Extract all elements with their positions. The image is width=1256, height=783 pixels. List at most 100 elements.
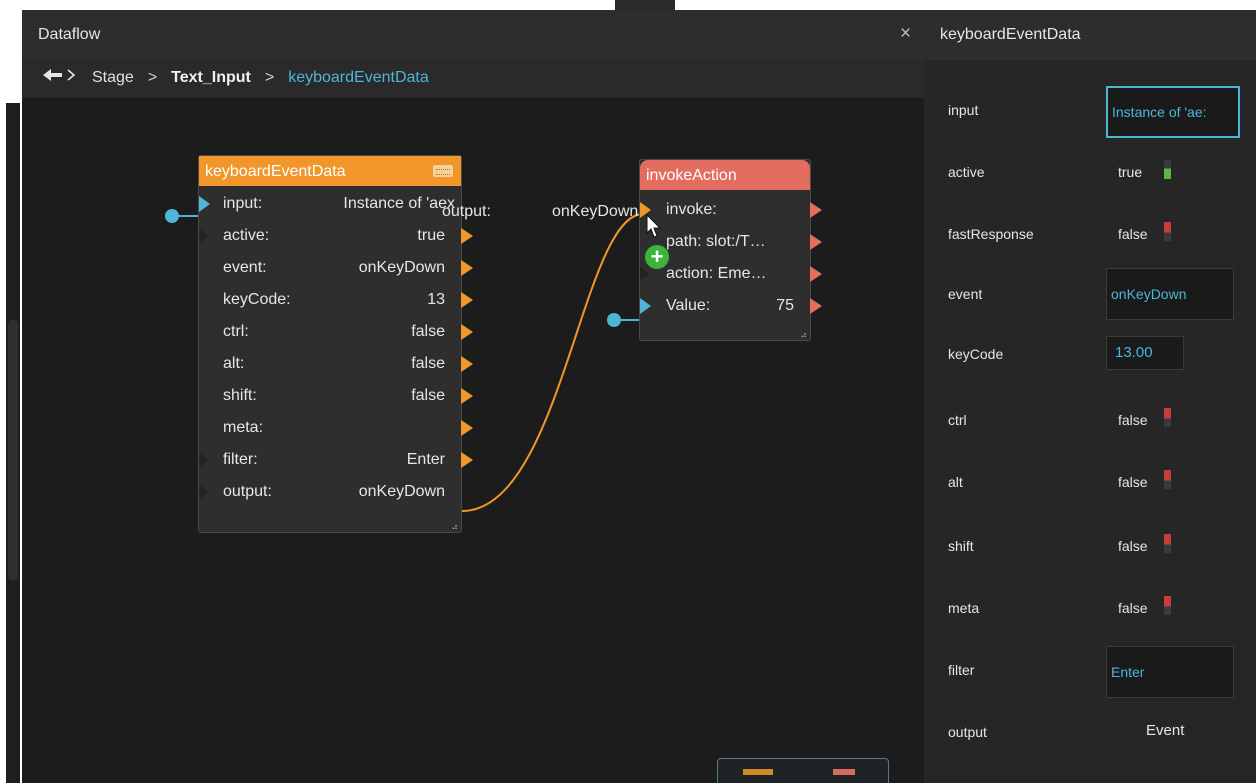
prop-label: event (948, 286, 983, 302)
prop-keycode: keyCode 13.00 (924, 336, 1256, 392)
ctrl-toggle[interactable] (1164, 408, 1171, 427)
prop-input: input Instance of 'ae: (924, 80, 1256, 138)
output-port[interactable] (461, 260, 473, 276)
output-port[interactable] (810, 202, 822, 218)
breadcrumb: Stage > Text_Input > keyboardEventData (22, 60, 924, 99)
minimap[interactable] (717, 758, 889, 783)
node-row-keycode[interactable]: keyCode: 13 (199, 284, 473, 316)
wire-label-name: output: (442, 203, 491, 220)
node-header[interactable]: keyboardEventData (199, 156, 461, 186)
shift-toggle[interactable] (1164, 534, 1171, 553)
node-row-invoke[interactable]: invoke: (640, 194, 822, 226)
active-toggle[interactable] (1164, 160, 1171, 179)
close-icon[interactable]: × (900, 23, 911, 45)
input-port[interactable] (199, 485, 209, 499)
row-key: keyCode: (223, 291, 291, 308)
add-connection-icon: + (645, 245, 669, 269)
dataflow-canvas[interactable]: keyboardEventData input: Instance of 'aex… (22, 99, 924, 783)
inspector-title: keyboardEventData (940, 26, 1081, 43)
row-key: filter: (223, 451, 258, 468)
node-title: invokeAction (646, 167, 737, 184)
input-port[interactable] (640, 267, 650, 281)
keyboard-event-data-node[interactable]: keyboardEventData input: Instance of 'aex… (198, 155, 473, 533)
row-key: shift: (223, 387, 257, 404)
node-header[interactable]: invokeAction (640, 160, 810, 190)
node-title: keyboardEventData (205, 163, 346, 180)
prop-label: input (948, 102, 979, 118)
meta-toggle[interactable] (1164, 596, 1171, 615)
app-window: Dataflow × Stage > Text_Input > keyboard… (0, 0, 1256, 783)
node-row-ctrl[interactable]: ctrl: false (199, 316, 473, 348)
prop-output: output Event (924, 720, 1256, 776)
output-port[interactable] (810, 266, 822, 282)
breadcrumb-text-input[interactable]: Text_Input (171, 69, 251, 87)
row-key: invoke: (666, 201, 717, 218)
row-key: ctrl: (223, 323, 249, 340)
node-row-alt[interactable]: alt: false (199, 348, 473, 380)
keycode-field[interactable]: 13.00 (1106, 336, 1184, 370)
output-port[interactable] (461, 324, 473, 340)
meta-value: false (1118, 600, 1148, 616)
breadcrumb-separator: > (264, 68, 275, 86)
alt-toggle[interactable] (1164, 470, 1171, 489)
output-port[interactable] (461, 420, 473, 436)
row-key: event: (223, 259, 267, 276)
node-row-output[interactable]: output: onKeyDown (199, 476, 461, 508)
node-row-filter[interactable]: filter: Enter (199, 444, 473, 476)
keyboard-icon (433, 165, 453, 177)
row-key: active: (223, 227, 270, 244)
top-handle[interactable] (615, 0, 675, 10)
node-row-input[interactable]: input: Instance of 'aex (199, 188, 461, 220)
node-row-value[interactable]: Value: 75 (640, 290, 822, 322)
breadcrumb-stage[interactable]: Stage (92, 69, 134, 87)
input-port[interactable] (199, 453, 209, 467)
inspector-panel: input Instance of 'ae: active true fastR… (924, 60, 1256, 783)
prop-label: fastResponse (948, 226, 1034, 242)
prop-alt: alt false (924, 470, 1256, 528)
ctrl-value: false (1118, 412, 1148, 428)
input-port[interactable] (640, 298, 651, 314)
row-value: onKeyDown (358, 483, 445, 500)
left-scrollbar[interactable] (8, 320, 18, 580)
fast-response-value: false (1118, 226, 1148, 242)
output-port[interactable] (461, 356, 473, 372)
prop-filter: filter Enter (924, 646, 1256, 702)
breadcrumb-keyboard-event-data[interactable]: keyboardEventData (288, 69, 429, 87)
row-value: 13 (427, 291, 445, 308)
node-row-active[interactable]: active: true (199, 220, 473, 252)
row-key: alt: (223, 355, 245, 372)
input-field[interactable]: Instance of 'ae: (1106, 86, 1240, 138)
mouse-cursor-icon (646, 214, 662, 238)
prop-ctrl: ctrl false (924, 406, 1256, 462)
filter-field[interactable]: Enter (1106, 646, 1234, 698)
prop-label: alt (948, 474, 963, 490)
input-port[interactable] (199, 196, 210, 212)
output-port[interactable] (810, 298, 822, 314)
resize-grip-icon[interactable]: ⣠ (451, 520, 458, 529)
connection-wire (461, 212, 645, 512)
inspector-header: keyboardEventData (924, 10, 1256, 60)
fast-response-toggle[interactable] (1164, 222, 1171, 241)
prop-label: active (948, 164, 985, 180)
wire-label-value: onKeyDown (552, 203, 639, 220)
shift-value: false (1118, 538, 1148, 554)
row-value: false (411, 355, 445, 372)
output-port[interactable] (461, 292, 473, 308)
output-port[interactable] (461, 452, 473, 468)
minimap-node-invoke (833, 769, 855, 775)
input-port[interactable] (199, 229, 209, 243)
row-key: action: Eme… (666, 265, 767, 282)
minimap-node-keyboard (743, 769, 773, 775)
row-key: path: slot:/T… (666, 233, 766, 250)
node-row-event[interactable]: event: onKeyDown (199, 252, 473, 284)
output-port[interactable] (461, 388, 473, 404)
resize-grip-icon[interactable]: ⣠ (800, 328, 807, 337)
output-port[interactable] (810, 234, 822, 250)
row-key: Value: (666, 297, 711, 314)
output-port[interactable] (461, 228, 473, 244)
dataflow-header: Dataflow × (22, 10, 924, 61)
back-arrow-icon[interactable] (42, 68, 78, 87)
node-row-meta[interactable]: meta: (199, 412, 473, 444)
event-field[interactable]: onKeyDown (1106, 268, 1234, 320)
node-row-shift[interactable]: shift: false (199, 380, 473, 412)
